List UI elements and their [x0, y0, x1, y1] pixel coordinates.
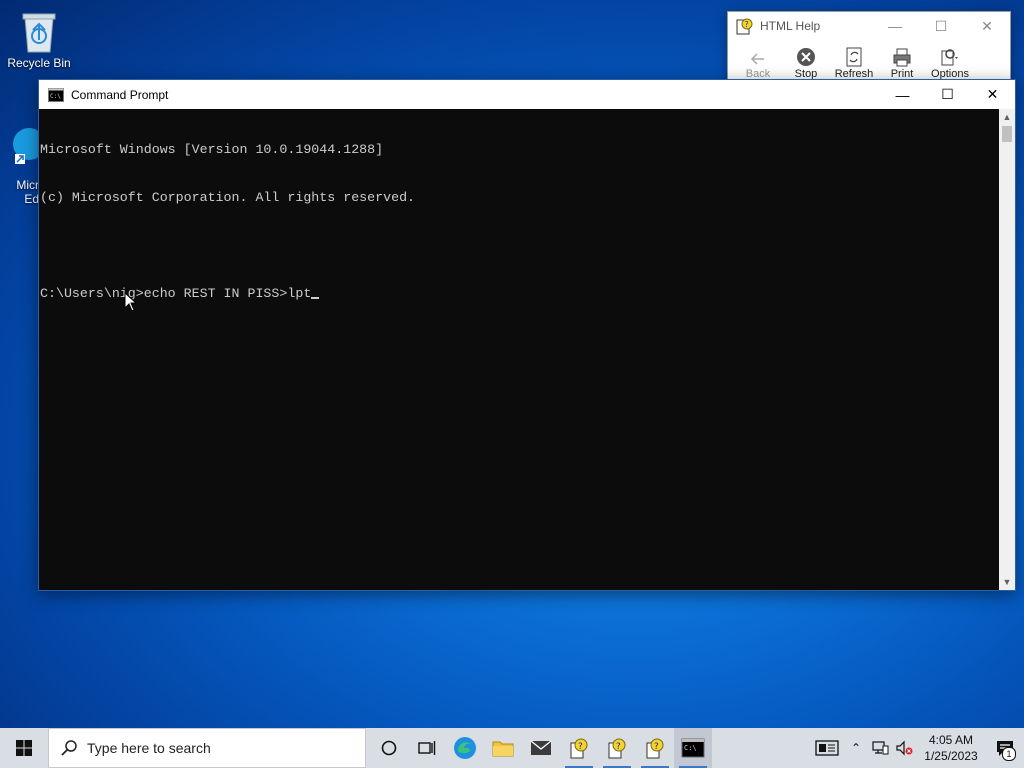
start-button[interactable]: [0, 728, 48, 768]
back-arrow-icon: [750, 53, 764, 65]
taskbar: Type here to search ? ? ? C:\ ⌃ 4:05 AM …: [0, 728, 1024, 768]
minimize-icon: —: [895, 86, 910, 103]
taskbar-edge[interactable]: [446, 728, 484, 768]
print-button[interactable]: Print: [878, 40, 926, 80]
options-icon: [941, 49, 958, 66]
windows-logo-icon: [16, 740, 32, 756]
maximize-icon: ☐: [934, 17, 948, 34]
refresh-icon: [846, 47, 862, 67]
maximize-button[interactable]: ☐: [925, 81, 970, 109]
minimize-button[interactable]: —: [872, 12, 918, 40]
svg-text:C:\: C:\: [684, 744, 697, 752]
printer-icon: [893, 48, 911, 67]
desktop-icon-recycle-bin[interactable]: Recycle Bin: [1, 8, 77, 70]
command-prompt-titlebar[interactable]: C:\ Command Prompt — ☐ ✕: [39, 80, 1015, 109]
cortana-button[interactable]: [370, 728, 408, 768]
taskbar-command-prompt[interactable]: C:\: [674, 728, 712, 768]
window-title: HTML Help: [760, 19, 821, 33]
clock-time: 4:05 AM: [928, 733, 974, 747]
taskbar-search-box[interactable]: Type here to search: [48, 728, 366, 768]
close-button[interactable]: ✕: [964, 12, 1010, 40]
network-icon: [872, 741, 889, 755]
task-view-icon: [418, 741, 436, 755]
taskbar-file-explorer[interactable]: [484, 728, 522, 768]
chevron-up-icon: ▲: [1002, 112, 1012, 122]
command-prompt-icon: C:\: [681, 738, 705, 758]
html-help-icon: ?: [646, 738, 664, 759]
options-button[interactable]: Options: [926, 40, 974, 80]
clock-date: 1/25/2023: [924, 749, 978, 763]
console-input-line[interactable]: C:\Users\nig>echo REST IN PISS>lpt: [40, 286, 999, 302]
svg-text:?: ?: [654, 742, 659, 752]
console-line: (c) Microsoft Corporation. All rights re…: [40, 190, 416, 205]
desktop-icon-label: Micr Ed: [16, 178, 39, 206]
minimize-button[interactable]: —: [880, 81, 925, 109]
news-widget-button[interactable]: [810, 728, 844, 768]
search-placeholder: Type here to search: [87, 740, 211, 756]
close-icon: ✕: [981, 17, 993, 34]
text-cursor: [311, 297, 320, 299]
taskbar-html-help-2[interactable]: ?: [598, 728, 636, 768]
svg-text:?: ?: [578, 742, 583, 752]
mail-icon: [530, 740, 552, 755]
maximize-icon: ☐: [941, 86, 954, 102]
scrollbar-thumb[interactable]: [1002, 126, 1012, 142]
volume-button[interactable]: [892, 728, 916, 768]
html-help-icon: ?: [608, 738, 626, 759]
chevron-down-icon: ▼: [1002, 577, 1012, 587]
html-help-titlebar[interactable]: ? HTML Help — ☐ ✕: [728, 12, 1010, 40]
system-tray: ⌃ 4:05 AM 1/25/2023 1: [810, 728, 1024, 768]
cortana-icon: [381, 740, 397, 756]
stop-button[interactable]: Stop: [782, 40, 830, 80]
console-line: Microsoft Windows [Version 10.0.19044.12…: [40, 142, 384, 157]
console-command-text: C:\Users\nig>echo REST IN PISS>lpt: [40, 286, 312, 301]
close-icon: ✕: [986, 86, 999, 102]
network-button[interactable]: [868, 728, 892, 768]
back-button[interactable]: Back: [734, 40, 782, 80]
html-help-toolbar: Back Stop Refresh Print Options: [728, 40, 1010, 80]
mouse-pointer-icon: [124, 292, 138, 312]
scroll-down-button[interactable]: ▼: [999, 574, 1015, 590]
taskbar-html-help-3[interactable]: ?: [636, 728, 674, 768]
volume-muted-icon: [896, 740, 913, 756]
search-icon: [61, 740, 77, 756]
news-icon: [815, 740, 839, 756]
taskbar-clock[interactable]: 4:05 AM 1/25/2023: [916, 732, 986, 764]
edge-shortcut-icon: [13, 128, 39, 164]
html-help-icon: ?: [570, 738, 588, 759]
taskbar-html-help-1[interactable]: ?: [560, 728, 598, 768]
recycle-bin-icon: [22, 13, 56, 53]
window-title: Command Prompt: [71, 87, 169, 102]
maximize-button[interactable]: ☐: [918, 12, 964, 40]
svg-text:?: ?: [745, 20, 749, 29]
command-prompt-icon: C:\: [48, 87, 64, 102]
task-view-button[interactable]: [408, 728, 446, 768]
action-center-button[interactable]: 1: [986, 728, 1024, 768]
close-button[interactable]: ✕: [970, 81, 1015, 109]
command-prompt-window[interactable]: C:\ Command Prompt — ☐ ✕ Microsoft Windo…: [38, 79, 1016, 591]
taskbar-mail[interactable]: [522, 728, 560, 768]
svg-text:C:\: C:\: [50, 93, 61, 100]
edge-icon: [454, 737, 476, 759]
console-output[interactable]: Microsoft Windows [Version 10.0.19044.12…: [39, 109, 999, 590]
desktop-icon-edge-shortcut[interactable]: Micr Ed: [1, 110, 39, 206]
scroll-up-button[interactable]: ▲: [999, 109, 1015, 125]
minimize-icon: —: [888, 18, 902, 34]
file-explorer-icon: [492, 741, 514, 757]
svg-text:?: ?: [616, 742, 621, 752]
refresh-button[interactable]: Refresh: [830, 40, 878, 80]
stop-icon: [797, 48, 815, 66]
chevron-up-icon: ⌃: [850, 741, 862, 755]
desktop-icon-label: Recycle Bin: [7, 56, 71, 70]
vertical-scrollbar[interactable]: ▲ ▼: [999, 109, 1015, 590]
show-hidden-icons-button[interactable]: ⌃: [844, 728, 868, 768]
help-book-icon: ?: [736, 18, 753, 35]
notification-count-badge: 1: [1002, 747, 1016, 761]
